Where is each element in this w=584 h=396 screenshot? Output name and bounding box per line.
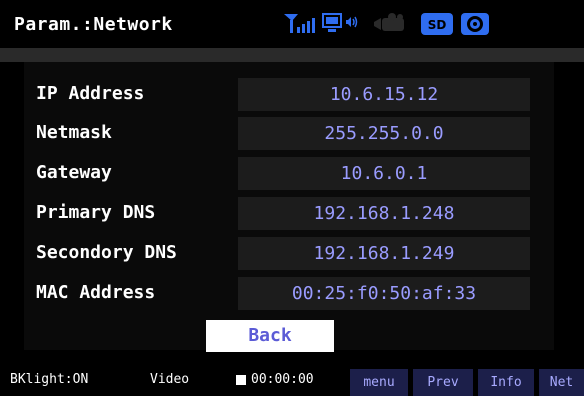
mac-address-label: MAC Address [36, 282, 156, 303]
page-title: Param.:Network [14, 14, 173, 35]
gateway-label: Gateway [36, 162, 112, 183]
ip-address-field[interactable]: 10.6.15.12 [238, 78, 530, 111]
ip-address-label: IP Address [36, 83, 145, 104]
time-counter: 00:00:00 [251, 372, 314, 387]
mac-address-field[interactable]: 00:25:f0:50:af:33 [238, 277, 530, 310]
monitor-audio-icon [322, 12, 360, 38]
back-button[interactable]: Back [206, 320, 334, 352]
disc-icon [460, 12, 490, 40]
record-indicator-icon [236, 375, 246, 385]
softkey-prev[interactable]: Prev [413, 369, 473, 396]
netmask-field[interactable]: 255.255.0.0 [238, 117, 530, 150]
signal-antenna-icon [282, 12, 316, 38]
softkey-info[interactable]: Info [478, 369, 534, 396]
header-bar: Param.:Network SD [0, 0, 584, 48]
gateway-field[interactable]: 10.6.0.1 [238, 157, 530, 190]
mode-status: Video [150, 372, 190, 387]
screen: Param.:Network SD IP Address 10.6.15.12 … [0, 0, 584, 396]
secondary-dns-field[interactable]: 192.168.1.249 [238, 237, 530, 270]
softkey-net[interactable]: Net [539, 369, 584, 396]
backlight-status: BKlight:ON [10, 372, 89, 387]
camera-icon [372, 12, 408, 38]
primary-dns-label: Primary DNS [36, 202, 156, 223]
sd-card-icon: SD [420, 12, 454, 40]
softkey-menu[interactable]: menu [350, 369, 408, 396]
secondary-dns-label: Secondory DNS [36, 242, 177, 263]
primary-dns-field[interactable]: 192.168.1.248 [238, 197, 530, 230]
netmask-label: Netmask [36, 122, 112, 143]
svg-text:SD: SD [428, 18, 447, 32]
header-separator [0, 48, 584, 62]
